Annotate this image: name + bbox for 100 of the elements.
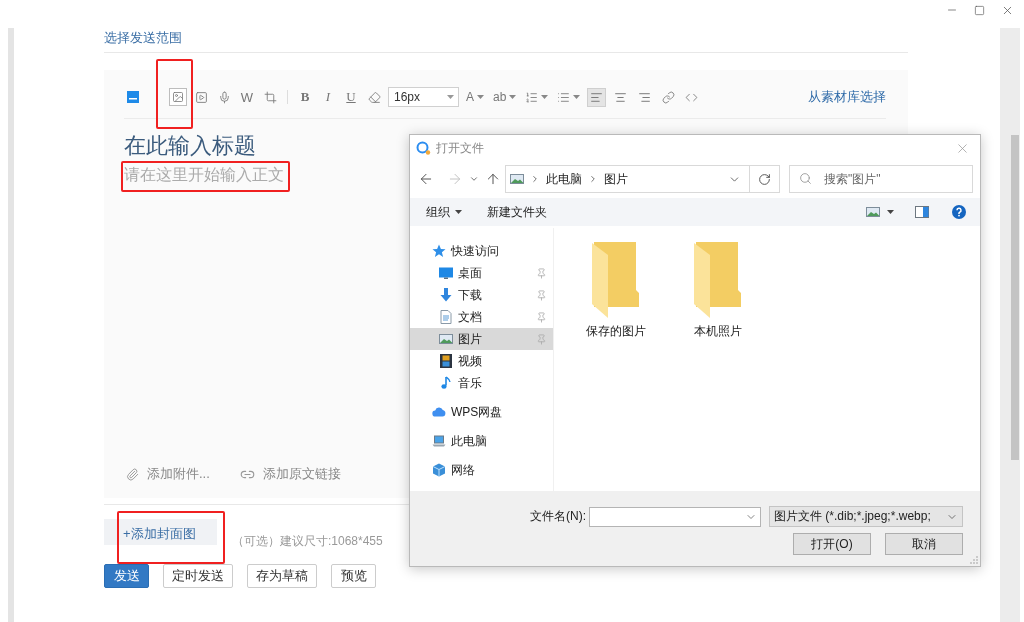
- caret-icon: [455, 210, 462, 214]
- image-button[interactable]: [169, 88, 187, 106]
- title-field[interactable]: 在此输入标题: [124, 133, 256, 159]
- search-icon: [799, 172, 812, 185]
- caret-icon: [541, 95, 549, 99]
- align-right-icon: [638, 90, 652, 104]
- command-button[interactable]: 新建文件夹: [487, 203, 547, 221]
- folder-icon: [694, 242, 742, 318]
- scrollbar-thumb[interactable]: [1011, 135, 1019, 460]
- eraser-icon[interactable]: [367, 90, 381, 104]
- up-button[interactable]: [485, 171, 501, 187]
- pin-icon: [536, 333, 547, 345]
- chevron-right-icon: [588, 174, 598, 184]
- file-type-select[interactable]: 图片文件 (*.dib;*.jpeg;*.webp;: [769, 506, 963, 527]
- caret-icon: [447, 95, 454, 99]
- library-link[interactable]: 从素材库选择: [808, 88, 886, 106]
- action-button[interactable]: 预览: [331, 564, 376, 588]
- cover-hint: （可选）建议尺寸:1068*455: [232, 534, 383, 548]
- dialog-button[interactable]: 取消: [885, 533, 963, 555]
- paperclip-icon: [126, 467, 139, 481]
- nav-item[interactable]: 视频: [410, 350, 553, 372]
- ordered-list-icon: [525, 90, 539, 104]
- caret-icon: [573, 95, 581, 99]
- pin-icon: [536, 289, 547, 301]
- folder-name[interactable]: 保存的图片: [586, 323, 646, 340]
- font-color-button[interactable]: A: [464, 88, 486, 106]
- cloud-icon: [432, 405, 446, 419]
- crop-icon[interactable]: [263, 90, 277, 104]
- nav-item[interactable]: 下载: [410, 284, 553, 306]
- underline-button[interactable]: U: [342, 88, 360, 106]
- link-icon[interactable]: [661, 90, 675, 104]
- pin-icon: [536, 311, 547, 323]
- dialog-title: 打开文件: [436, 139, 484, 157]
- panel-icon[interactable]: [127, 91, 139, 103]
- laptop-icon: [432, 434, 446, 448]
- monitor-icon: [439, 266, 453, 280]
- add-source-link[interactable]: 添加原文链接: [239, 465, 341, 483]
- arrow-left-icon: [418, 171, 434, 187]
- refresh-icon: [758, 172, 771, 186]
- film-icon: [439, 354, 453, 368]
- caret-icon: [887, 210, 894, 214]
- breadcrumb-item[interactable]: 图片: [604, 170, 628, 188]
- picture-icon: [439, 332, 453, 346]
- action-button[interactable]: 存为草稿: [247, 564, 317, 588]
- breadcrumb-item[interactable]: 此电脑: [546, 170, 582, 188]
- video-icon[interactable]: [194, 90, 208, 104]
- file-name-label: 文件名(N):: [530, 508, 586, 525]
- bold-button[interactable]: B: [296, 88, 314, 106]
- preview-pane-icon[interactable]: [915, 206, 929, 218]
- picture-icon: [510, 172, 524, 186]
- caret-icon: [477, 95, 484, 99]
- address-bar[interactable]: 此电脑 图片: [505, 165, 780, 193]
- help-icon[interactable]: [952, 205, 966, 219]
- caret-icon: [509, 95, 517, 99]
- download-icon: [439, 288, 453, 302]
- dialog-button[interactable]: 打开(O): [793, 533, 871, 555]
- add-cover-button[interactable]: +添加封面图: [104, 519, 217, 545]
- align-center-icon: [614, 90, 628, 104]
- word-import-button[interactable]: W: [238, 88, 256, 106]
- chat-bubble-icon: [416, 141, 431, 155]
- image-icon: [172, 91, 184, 103]
- nav-item[interactable]: 网络: [410, 459, 553, 481]
- chevron-right-icon: [530, 174, 540, 184]
- align-left-button[interactable]: [587, 87, 607, 107]
- add-attachment-link[interactable]: 添加附件...: [126, 465, 210, 483]
- nav-item[interactable]: 图片: [410, 328, 553, 350]
- maximize-icon[interactable]: [974, 4, 985, 16]
- scrollbar[interactable]: [1000, 28, 1020, 622]
- annotation-frame: [156, 59, 193, 129]
- nav-item[interactable]: 音乐: [410, 372, 553, 394]
- network-icon: [432, 463, 446, 477]
- back-button[interactable]: [418, 171, 434, 187]
- star-icon: [432, 244, 446, 258]
- highlight-button[interactable]: ab: [491, 88, 519, 106]
- search-field[interactable]: 搜索"图片": [789, 165, 973, 193]
- folder-icon: [592, 242, 640, 318]
- bullet-list-icon: [557, 90, 571, 104]
- microphone-icon[interactable]: [217, 90, 231, 104]
- nav-item[interactable]: 快速访问: [410, 240, 553, 262]
- picture-icon: [866, 205, 880, 219]
- arrow-right-icon: [447, 171, 463, 187]
- send-button[interactable]: 发送: [104, 564, 149, 588]
- chevron-down-icon: [469, 174, 479, 184]
- action-button[interactable]: 定时发送: [163, 564, 233, 588]
- file-name-field[interactable]: [589, 506, 761, 527]
- align-left-icon: [590, 90, 604, 104]
- recent-locations-button[interactable]: [469, 174, 479, 184]
- italic-button[interactable]: I: [319, 88, 337, 106]
- send-scope-link[interactable]: 选择发送范围: [104, 30, 182, 46]
- folder-name[interactable]: 本机照片: [694, 323, 742, 340]
- nav-item[interactable]: WPS网盘: [410, 401, 553, 423]
- nav-item[interactable]: 桌面: [410, 262, 553, 284]
- nav-item[interactable]: 文档: [410, 306, 553, 328]
- music-note-icon: [439, 376, 453, 390]
- font-size-select[interactable]: 16px: [388, 87, 459, 107]
- document-icon: [439, 310, 453, 324]
- command-button[interactable]: 组织: [426, 203, 462, 221]
- pin-icon: [536, 267, 547, 279]
- nav-item[interactable]: 此电脑: [410, 430, 553, 452]
- resize-grip-icon[interactable]: [970, 556, 978, 564]
